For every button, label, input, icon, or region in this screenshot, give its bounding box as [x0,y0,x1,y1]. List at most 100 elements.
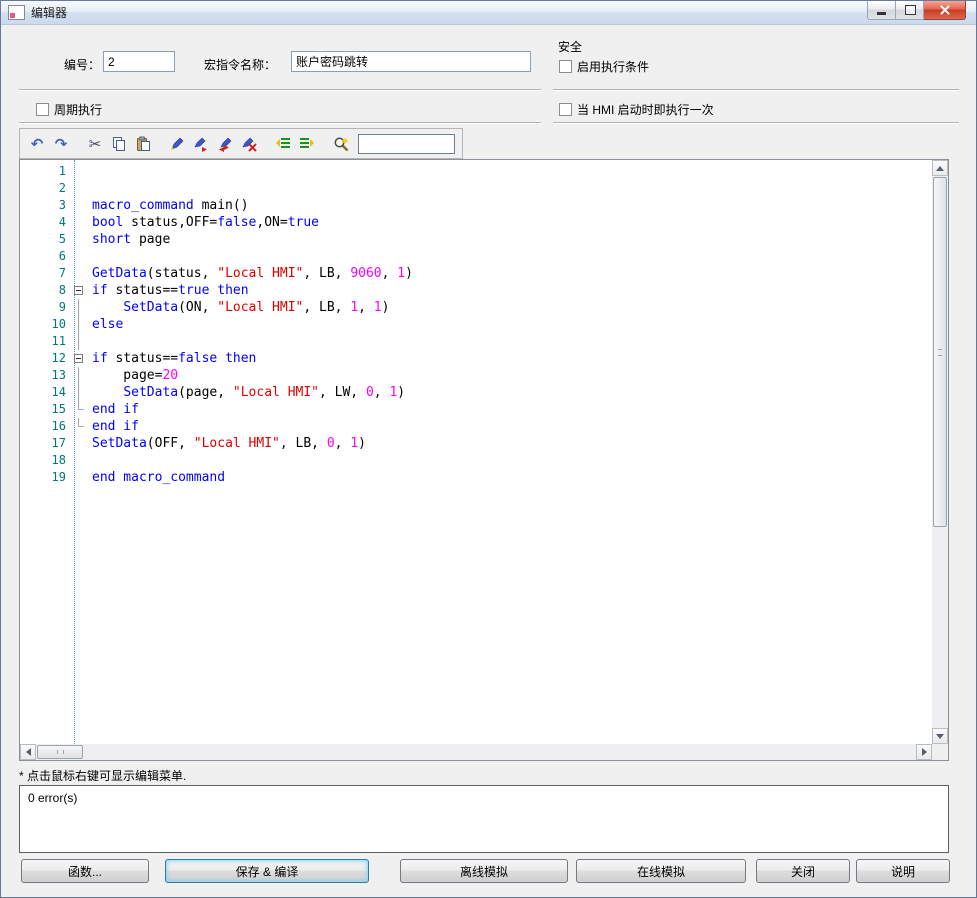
code-line[interactable]: 4bool status,OFF=false,ON=true [20,214,932,231]
close-button[interactable] [924,1,966,20]
find-button[interactable] [329,132,353,156]
code-line[interactable]: 2 [20,180,932,197]
save-compile-button[interactable]: 保存 & 编译 [165,859,369,883]
restore-icon [905,5,916,15]
minimize-button[interactable] [867,1,896,20]
run-on-startup-checkbox[interactable]: 当 HMI 启动时即执行一次 [559,101,714,118]
copy-button[interactable] [107,132,131,156]
macro-code-editor: 123macro_command main()4bool status,OFF=… [19,159,949,761]
maximize-button[interactable] [896,1,924,20]
vertical-scrollbar[interactable] [932,160,948,744]
code-text [87,180,92,197]
code-line[interactable]: 15end if [20,401,932,418]
toolbar-search-input[interactable] [358,134,455,154]
code-text [87,452,92,469]
vertical-scroll-thumb[interactable] [933,177,947,527]
checkbox-box[interactable] [559,103,572,116]
bookmark-prev-button[interactable] [213,132,237,156]
find-icon [333,136,349,152]
bookmark-clear-button[interactable] [237,132,261,156]
code-line[interactable]: 19end macro_command [20,469,932,486]
scroll-down-button[interactable] [932,728,948,744]
code-line[interactable]: 16end if [20,418,932,435]
code-line[interactable]: 9 SetData(ON, "Local HMI", LB, 1, 1) [20,299,932,316]
periodic-exec-checkbox[interactable]: 周期执行 [36,101,102,118]
scroll-up-button[interactable] [932,160,948,176]
code-text: short page [87,231,170,248]
down-arrow-icon [936,734,944,739]
close-dialog-button[interactable]: 关闭 [756,859,850,883]
redo-icon: ↷ [55,136,68,152]
horizontal-scrollbar[interactable] [20,744,932,760]
macro-id-input[interactable] [103,51,175,72]
line-number: 12 [20,350,70,367]
window-controls [867,1,966,20]
line-number: 1 [20,163,70,180]
output-panel: 0 error(s) [19,785,949,853]
periodic-exec-label: 周期执行 [54,101,102,118]
horizontal-scroll-thumb[interactable] [37,745,83,759]
bookmark-next-button[interactable] [189,132,213,156]
cut-button[interactable]: ✂ [83,132,107,156]
undo-button[interactable]: ↶ [25,132,49,156]
checkbox-box[interactable] [36,103,49,116]
code-viewport[interactable]: 123macro_command main()4bool status,OFF=… [20,160,932,744]
code-text: end if [87,418,139,435]
indent-button[interactable] [295,132,319,156]
functions-button[interactable]: 函数... [21,859,149,883]
left-arrow-icon [26,748,31,756]
code-line[interactable]: 7GetData(status, "Local HMI", LB, 9060, … [20,265,932,282]
fold-toggle-icon[interactable] [70,282,87,299]
fold-margin [70,180,87,197]
line-number: 3 [20,197,70,214]
app-icon [8,5,25,20]
line-number: 9 [20,299,70,316]
checkbox-box[interactable] [559,60,572,73]
fold-margin [70,333,87,350]
offline-simulation-button[interactable]: 离线模拟 [400,859,568,883]
code-text: macro_command main() [87,197,249,214]
code-line[interactable]: 10 else [20,316,932,333]
code-text: end macro_command [87,469,225,486]
redo-button[interactable]: ↷ [49,132,73,156]
code-line[interactable]: 18 [20,452,932,469]
separator [553,89,959,91]
scroll-right-button[interactable] [916,744,932,760]
code-line[interactable]: 3 macro_command main() [20,197,932,214]
bookmark-toggle-button[interactable] [165,132,189,156]
code-line[interactable]: 14 SetData(page, "Local HMI", LW, 0, 1) [20,384,932,401]
code-text: else [87,316,123,333]
help-button[interactable]: 说明 [856,859,950,883]
fold-toggle-icon[interactable] [70,350,87,367]
fold-margin [70,231,87,248]
code-line[interactable]: 8if status==true then [20,282,932,299]
paste-button[interactable] [131,132,155,156]
code-lines: 123macro_command main()4bool status,OFF=… [20,163,932,486]
bookmark-clear-icon [241,136,257,152]
outdent-button[interactable] [271,132,295,156]
window-title: 编辑器 [31,4,67,21]
separator [19,122,541,124]
code-line[interactable]: 6 [20,248,932,265]
security-group-label: 安全 [558,38,582,55]
code-line[interactable]: 17SetData(OFF, "Local HMI", LB, 0, 1) [20,435,932,452]
code-text: if status==false then [87,350,256,367]
code-line[interactable]: 12 if status==false then [20,350,932,367]
scroll-left-button[interactable] [20,744,36,760]
line-number: 17 [20,435,70,452]
code-line[interactable]: 11 [20,333,932,350]
online-simulation-button[interactable]: 在线模拟 [576,859,746,883]
fold-margin [70,401,87,418]
line-number: 18 [20,452,70,469]
right-arrow-icon [922,748,927,756]
code-text: SetData(ON, "Local HMI", LB, 1, 1) [87,299,389,316]
code-line[interactable]: 13 page=20 [20,367,932,384]
code-line[interactable]: 5short page [20,231,932,248]
code-text: GetData(status, "Local HMI", LB, 9060, 1… [87,265,413,282]
fold-margin [70,367,87,384]
enable-condition-checkbox[interactable]: 启用执行条件 [559,58,649,75]
line-number: 10 [20,316,70,333]
titlebar[interactable]: 编辑器 [1,1,976,25]
code-line[interactable]: 1 [20,163,932,180]
macro-name-input[interactable] [291,51,531,72]
